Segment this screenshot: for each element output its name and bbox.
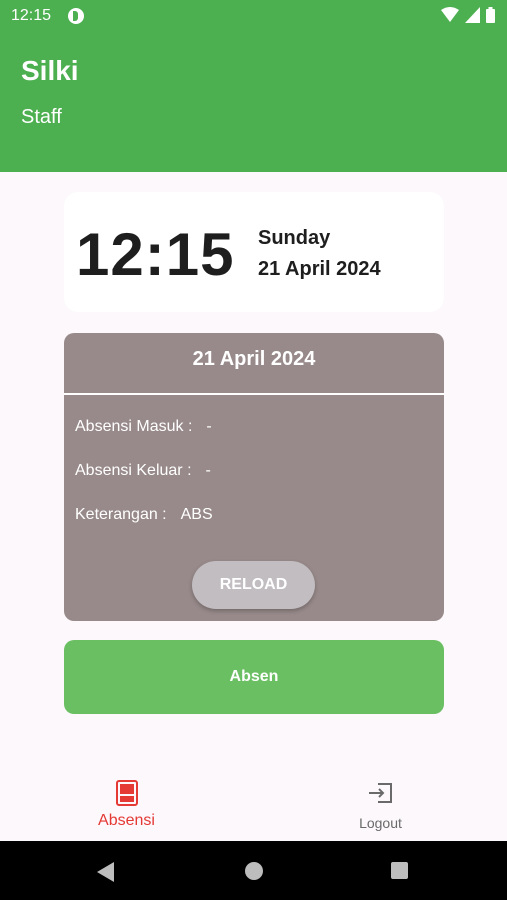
bottom-navigation: Absensi Logout xyxy=(0,768,507,841)
clock-day: Sunday xyxy=(258,227,331,249)
back-icon[interactable] xyxy=(97,862,115,882)
reload-button[interactable]: RELOAD xyxy=(192,561,315,609)
attendance-card: 21 April 2024 Absensi Masuk :- Absensi K… xyxy=(64,333,444,621)
divider xyxy=(64,393,444,395)
battery-icon xyxy=(486,7,495,23)
check-in-row: Absensi Masuk :- xyxy=(75,418,212,436)
check-in-label: Absensi Masuk : xyxy=(75,418,193,435)
status-bar: 12:15 xyxy=(0,0,507,32)
signal-icon xyxy=(465,7,480,23)
clock-time: 12:15 xyxy=(76,221,235,288)
nav-item-absensi[interactable]: Absensi xyxy=(0,768,253,841)
absen-button[interactable]: Absen xyxy=(64,640,444,714)
remark-value: ABS xyxy=(180,506,213,523)
nav-label-absensi: Absensi xyxy=(98,812,155,829)
logout-icon xyxy=(368,783,392,803)
attendance-date: 21 April 2024 xyxy=(192,348,316,370)
nav-label-logout: Logout xyxy=(359,815,402,831)
nav-item-logout[interactable]: Logout xyxy=(254,768,507,841)
remark-row: Keterangan : ABS xyxy=(75,506,213,524)
document-icon xyxy=(115,780,138,806)
check-out-label: Absensi Keluar : xyxy=(75,462,192,479)
recent-apps-icon[interactable] xyxy=(391,862,408,879)
app-header: 12:15 Silki Staff xyxy=(0,0,507,172)
app-notification-icon xyxy=(68,8,84,24)
clock-date: 21 April 2024 xyxy=(258,258,381,280)
app-title: Silki xyxy=(21,55,79,86)
user-role: Staff xyxy=(21,106,62,128)
check-out-row: Absensi Keluar :- xyxy=(75,462,211,480)
home-icon[interactable] xyxy=(245,862,263,880)
remark-label: Keterangan : xyxy=(75,506,167,523)
check-out-value: - xyxy=(205,462,211,479)
wifi-icon xyxy=(441,7,459,22)
status-icons xyxy=(441,6,495,24)
system-navigation-bar xyxy=(0,841,507,900)
check-in-value: - xyxy=(206,418,212,435)
status-time: 12:15 xyxy=(11,7,52,24)
clock-card: 12:15 Sunday 21 April 2024 xyxy=(64,192,444,312)
